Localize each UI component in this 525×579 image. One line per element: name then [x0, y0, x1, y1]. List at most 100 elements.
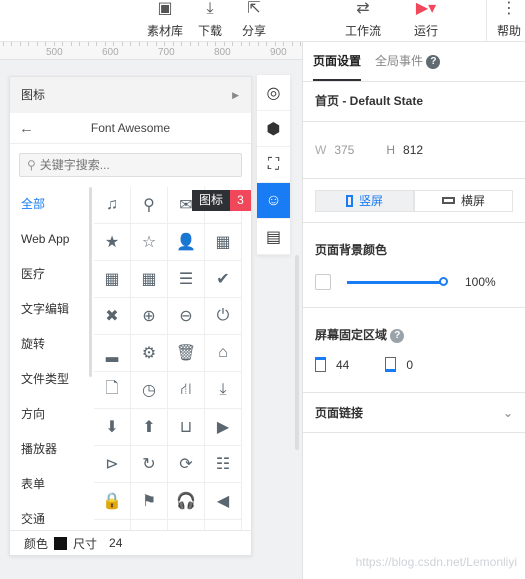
opacity-slider[interactable] [347, 276, 448, 286]
width-value: 375 [334, 143, 355, 157]
height-value[interactable]: 812 [403, 143, 423, 157]
volume-off-icon[interactable]: ◀ [205, 483, 242, 520]
share-button[interactable]: ⇱ 分享 [242, 0, 266, 39]
ruler-tick [291, 42, 293, 46]
search-plus-icon[interactable]: ⊕ [131, 298, 168, 335]
ruler-tick [257, 42, 259, 46]
ruler-tick [164, 42, 165, 46]
ruler-tick [28, 42, 29, 46]
road-icon[interactable]: ⛙ [168, 372, 205, 409]
fixed-top-icon [315, 357, 326, 372]
category-item[interactable]: 旋转 [10, 327, 92, 362]
refresh-icon[interactable]: ⟳ [168, 446, 205, 483]
background-color-swatch[interactable] [315, 274, 331, 290]
film-icon[interactable]: ▦ [205, 224, 242, 261]
smile-tool-button[interactable]: ☺ [257, 183, 290, 219]
landscape-button[interactable]: 横屏 [414, 189, 513, 212]
width-label: W [315, 143, 327, 157]
ruler-tick [19, 42, 21, 46]
headphones-icon[interactable]: 🎧 [168, 483, 205, 520]
help-button[interactable]: ⋮ 帮助 [497, 0, 521, 39]
run-button[interactable]: ▶▾ 运行 [414, 0, 438, 39]
arrow-left-icon[interactable]: ← [19, 113, 34, 144]
inbox-icon[interactable]: ⊔ [168, 409, 205, 446]
user-icon[interactable]: 👤 [168, 224, 205, 261]
layout-tool-button[interactable]: ▤ [257, 219, 290, 255]
search-icon[interactable]: ⚲ [131, 187, 168, 224]
assets-button[interactable]: ▣ 素材库 [147, 0, 183, 39]
target-tool-button[interactable]: ◎ [257, 75, 290, 111]
color-swatch[interactable] [54, 536, 68, 550]
panel-header[interactable]: 图标 ▶ [10, 77, 251, 113]
panel-footer: 颜色 尺寸 24 [10, 530, 251, 555]
divider [486, 0, 487, 42]
fixed-top-value[interactable]: 44 [336, 358, 349, 372]
tab-global-events[interactable]: 全局事件 ? [375, 42, 441, 81]
search-minus-icon[interactable]: ⊖ [168, 298, 205, 335]
check-icon[interactable]: ✔ [205, 261, 242, 298]
cube-icon: ⬢ [266, 120, 281, 138]
slider-handle[interactable] [439, 276, 448, 286]
th-list-icon[interactable]: ☰ [168, 261, 205, 298]
category-item[interactable]: Web App [10, 222, 92, 257]
ruler-tick [87, 42, 89, 46]
play-circle-icon[interactable]: ▶ [205, 409, 242, 446]
times-icon[interactable]: ✖ [94, 298, 131, 335]
help-icon[interactable]: ? [390, 328, 405, 343]
ruler-tick [283, 42, 284, 46]
play-circle-o-icon[interactable]: ⊳ [94, 446, 131, 483]
ruler-tick [96, 42, 97, 46]
file-o-icon[interactable]: 🗋 [94, 372, 131, 409]
power-off-icon[interactable]: ⏻ [205, 298, 242, 335]
category-scrollbar[interactable] [89, 187, 92, 377]
layout-icon: ▤ [265, 228, 282, 246]
ruler-tick [53, 42, 55, 46]
clock-o-icon[interactable]: ◷ [131, 372, 168, 409]
star-icon[interactable]: ★ [94, 224, 131, 261]
tab-page-settings[interactable]: 页面设置 [313, 42, 362, 81]
fixed-area-label: 屏幕固定区域 [315, 328, 388, 342]
ruler-tick [223, 42, 225, 46]
help-icon[interactable]: ? [426, 54, 441, 69]
flag-icon[interactable]: ⚑ [131, 483, 168, 520]
scan-tool-button[interactable]: ⛶ [257, 147, 290, 183]
category-item[interactable]: 文件类型 [10, 362, 92, 397]
ruler-tick [138, 42, 140, 46]
repeat-icon[interactable]: ↻ [131, 446, 168, 483]
category-item[interactable]: 表单 [10, 467, 92, 502]
download-button[interactable]: ⤓ 下载 [198, 0, 222, 39]
smile-icon: ☺ [265, 191, 282, 209]
category-item[interactable]: 全部 [10, 187, 92, 222]
download-icon[interactable]: ⤓ [205, 372, 242, 409]
size-value[interactable]: 24 [109, 536, 122, 550]
lock-icon[interactable]: 🔒 [94, 483, 131, 520]
top-toolbar: ▣ 素材库 ⤓ 下载 ⇱ 分享 ⇄ 工作流 ▶▾ 运行 ⋮ 帮助 [0, 0, 525, 42]
th-large-icon[interactable]: ▦ [94, 261, 131, 298]
category-item[interactable]: 文字编辑 [10, 292, 92, 327]
share-icon: ⇱ [247, 0, 261, 17]
trash-icon[interactable]: 🗑 [168, 335, 205, 372]
music-icon[interactable]: ♫ [94, 187, 131, 224]
fixed-bottom-value[interactable]: 0 [406, 358, 413, 372]
arrow-circle-up-icon[interactable]: ⬆ [131, 409, 168, 446]
search-input[interactable] [39, 158, 230, 172]
portrait-button[interactable]: 竖屏 [315, 189, 414, 212]
fixed-bottom-icon [385, 357, 397, 372]
cube-tool-button[interactable]: ⬢ [257, 111, 290, 147]
signal-icon[interactable]: ▂ [94, 335, 131, 372]
category-item[interactable]: 播放器 [10, 432, 92, 467]
arrow-circle-down-icon[interactable]: ⬇ [94, 409, 131, 446]
workflow-button[interactable]: ⇄ 工作流 [345, 0, 381, 39]
page-link-section[interactable]: 页面链接 ⌄ [303, 393, 525, 433]
ruler-tick [172, 42, 174, 46]
canvas-scrollbar[interactable] [295, 255, 299, 450]
th-icon[interactable]: ▦ [131, 261, 168, 298]
tooltip-badge: 3 [230, 190, 252, 211]
cog-icon[interactable]: ⚙ [131, 335, 168, 372]
list-alt-icon[interactable]: ☷ [205, 446, 242, 483]
category-item[interactable]: 方向 [10, 397, 92, 432]
star-o-icon[interactable]: ☆ [131, 224, 168, 261]
home-icon[interactable]: ⌂ [205, 335, 242, 372]
ruler-tick [266, 42, 267, 46]
category-item[interactable]: 医疗 [10, 257, 92, 292]
